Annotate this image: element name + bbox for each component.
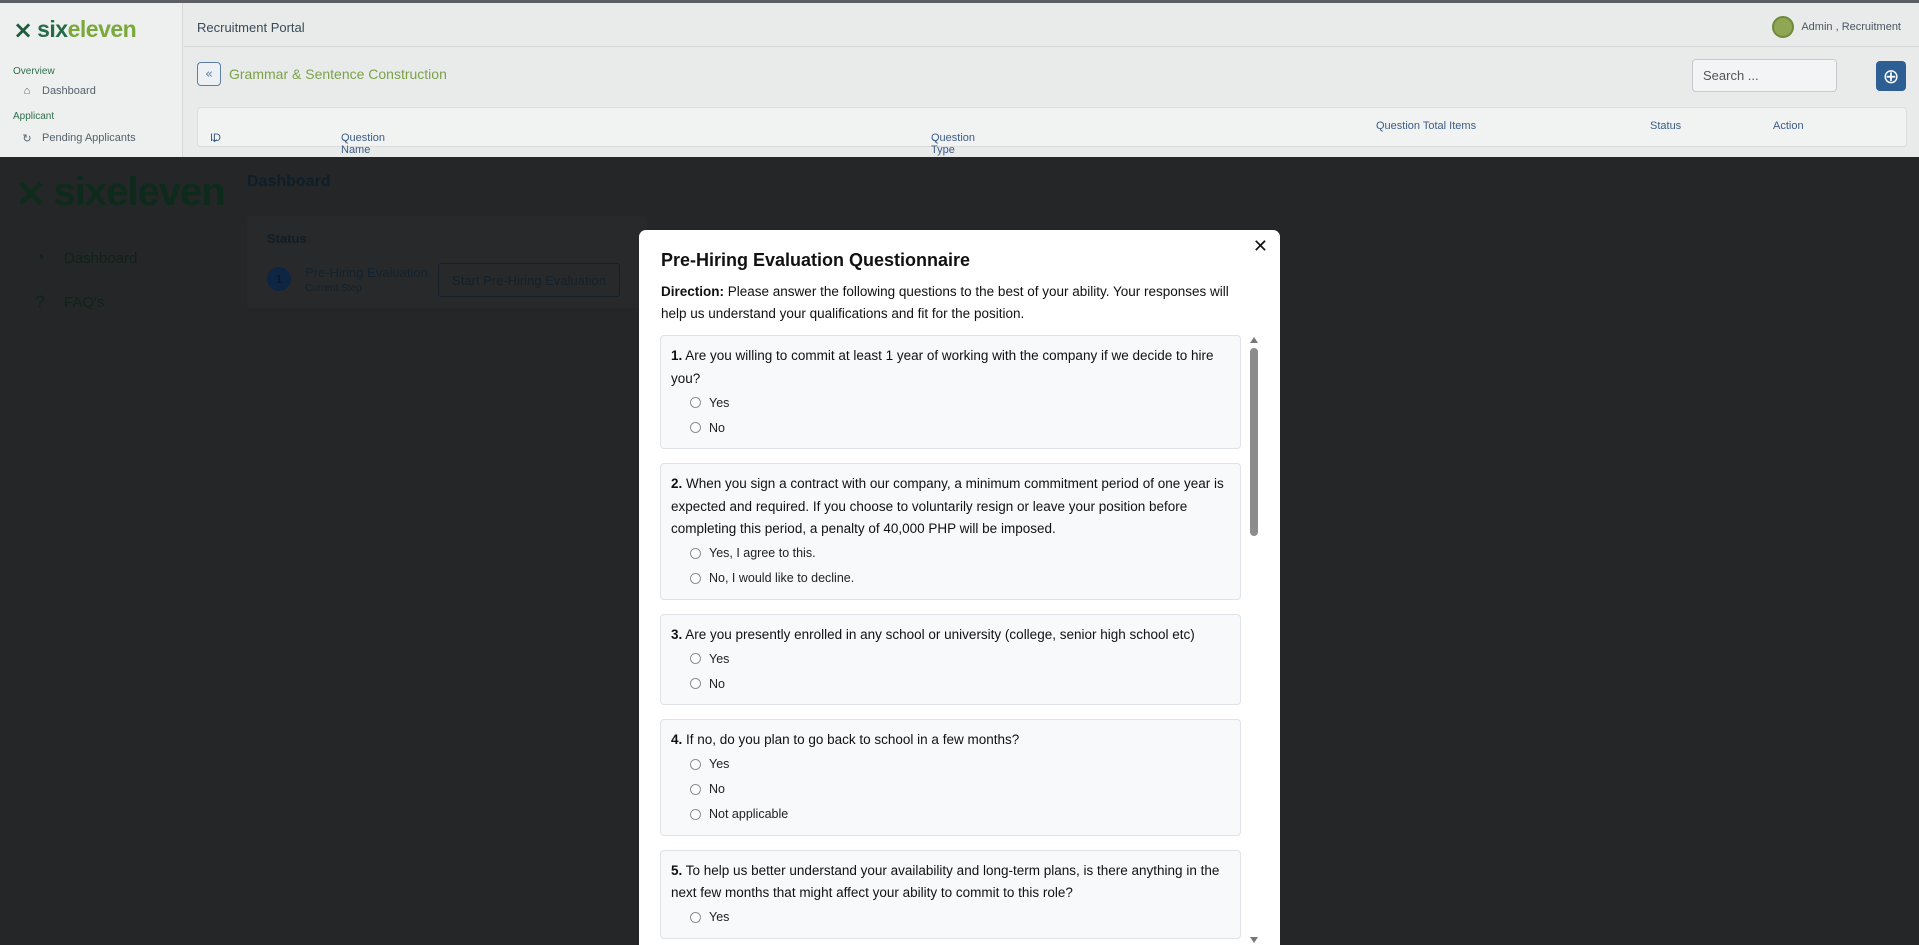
modal-direction: Direction: Please answer the following q… bbox=[661, 281, 1253, 325]
logo-prefix: six bbox=[37, 16, 68, 42]
plus-circle-icon: ⊕ bbox=[1882, 64, 1900, 88]
admin-logo: ⨯ sixeleven bbox=[13, 15, 137, 44]
page-title: Grammar & Sentence Construction bbox=[229, 66, 447, 82]
radio-option[interactable]: Not applicable bbox=[690, 802, 1231, 827]
avatar bbox=[1772, 16, 1795, 38]
scrollbar[interactable] bbox=[1248, 335, 1260, 945]
nav-faqs[interactable]: ? FAQ's bbox=[30, 292, 104, 312]
portal-title: Recruitment Portal bbox=[197, 20, 305, 35]
admin-header: Recruitment Portal Admin , Recruitment bbox=[184, 3, 1919, 47]
chevron-down-icon: ⌄ bbox=[341, 133, 351, 145]
logo-mark-icon: ⨯ bbox=[13, 15, 34, 44]
applicant-page-title: Dashboard bbox=[247, 173, 331, 190]
add-button[interactable]: ⊕ bbox=[1876, 61, 1906, 91]
chevron-down-icon: ⌄ bbox=[931, 133, 941, 145]
radio-button[interactable] bbox=[690, 808, 701, 820]
radio-button[interactable] bbox=[690, 911, 701, 923]
page-header: « Grammar & Sentence Construction bbox=[197, 62, 447, 86]
question-number: 1. bbox=[671, 348, 683, 363]
question-number: 2. bbox=[671, 476, 683, 491]
scrollbar-thumb[interactable] bbox=[1250, 348, 1258, 536]
step-badge: 1 bbox=[267, 267, 291, 291]
column-action: Action bbox=[1773, 120, 1804, 132]
question-text: 1. Are you willing to commit at least 1 … bbox=[671, 348, 1214, 386]
radio-option[interactable]: Yes, I agree to this. bbox=[690, 541, 1231, 566]
start-evaluation-button[interactable]: Start Pre-Hiring Evaluation bbox=[438, 263, 620, 297]
sidebar-item-dashboard[interactable]: ⌂ Dashboard bbox=[20, 84, 96, 98]
radio-button[interactable] bbox=[690, 758, 701, 770]
question-list: 1. Are you willing to commit at least 1 … bbox=[660, 335, 1241, 945]
question-card: 2. When you sign a contract with our com… bbox=[660, 463, 1241, 600]
radio-button[interactable] bbox=[690, 422, 701, 433]
question-text: 4. If no, do you plan to go back to scho… bbox=[671, 732, 1020, 747]
clock-refresh-icon: ↻ bbox=[22, 132, 32, 145]
search-input[interactable]: Search ... bbox=[1692, 59, 1837, 92]
nav-dashboard[interactable]: ◔ Dashboard bbox=[30, 248, 138, 268]
radio-button[interactable] bbox=[690, 783, 701, 795]
dashboard-icon: ◔ bbox=[34, 248, 46, 267]
scroll-up-arrow-icon[interactable] bbox=[1250, 337, 1258, 343]
modal-title: Pre-Hiring Evaluation Questionnaire bbox=[661, 250, 971, 270]
question-scroll-area[interactable]: 1. Are you willing to commit at least 1 … bbox=[660, 335, 1260, 945]
question-text: 2. When you sign a contract with our com… bbox=[671, 476, 1224, 536]
question-number: 5. bbox=[671, 862, 683, 878]
question-text: 3. Are you presently enrolled in any sch… bbox=[671, 626, 1195, 642]
column-total-items: Question Total Items bbox=[1376, 120, 1477, 132]
applicant-logo: ⨯ sixeleven bbox=[14, 169, 226, 216]
home-icon: ⌂ bbox=[23, 85, 31, 97]
user-name: Admin , Recruitment bbox=[1801, 21, 1901, 33]
radio-button[interactable] bbox=[690, 653, 701, 664]
status-label: Status bbox=[267, 231, 307, 246]
radio-option[interactable]: No, I would like to decline. bbox=[690, 566, 1231, 591]
sidebar-section-applicant: Applicant bbox=[13, 111, 55, 122]
user-menu[interactable]: Admin , Recruitment bbox=[1772, 16, 1901, 38]
question-card: 3. Are you presently enrolled in any sch… bbox=[660, 613, 1241, 705]
question-card: 1. Are you willing to commit at least 1 … bbox=[660, 335, 1241, 449]
double-chevron-left-icon: « bbox=[205, 66, 213, 82]
sidebar-item-pending-applicants[interactable]: ↻ Pending Applicants bbox=[20, 131, 135, 145]
radio-button[interactable] bbox=[690, 397, 701, 408]
question-card: 4. If no, do you plan to go back to scho… bbox=[660, 719, 1241, 836]
admin-sidebar: ⨯ sixeleven Overview ⌂ Dashboard Applica… bbox=[0, 3, 183, 157]
question-number: 3. bbox=[671, 626, 683, 642]
radio-option[interactable]: Yes bbox=[690, 752, 1231, 777]
radio-option[interactable]: No bbox=[690, 671, 1231, 696]
radio-option[interactable]: No bbox=[690, 415, 1231, 440]
radio-option[interactable]: No bbox=[690, 777, 1231, 802]
step-name: Pre-Hiring Evaluation bbox=[305, 265, 428, 280]
back-button[interactable]: « bbox=[197, 62, 221, 86]
direction-label: Direction: bbox=[661, 284, 725, 299]
step-subtitle: Current Step bbox=[305, 283, 362, 294]
logo-mark-icon: ⨯ bbox=[14, 169, 48, 216]
question-text: 5. To help us better understand your ava… bbox=[671, 862, 1220, 901]
radio-button[interactable] bbox=[690, 678, 701, 689]
admin-background-app: ⨯ sixeleven Overview ⌂ Dashboard Applica… bbox=[0, 0, 1919, 157]
questionnaire-modal: ✕ Pre-Hiring Evaluation Questionnaire Di… bbox=[639, 230, 1280, 945]
radio-option[interactable]: Yes bbox=[690, 905, 1231, 930]
radio-option[interactable]: Yes bbox=[690, 390, 1231, 415]
column-status: Status bbox=[1650, 120, 1682, 132]
question-number: 4. bbox=[671, 732, 683, 747]
question-card: 5. To help us better understand your ava… bbox=[660, 849, 1241, 939]
radio-button[interactable] bbox=[690, 547, 701, 559]
scroll-down-arrow-icon[interactable] bbox=[1250, 937, 1258, 943]
table-header: ID ⌄ Question Name ⌄ Question Type ⌄ Que… bbox=[197, 107, 1907, 156]
sidebar-section-overview: Overview bbox=[13, 66, 55, 77]
radio-option[interactable]: Yes bbox=[690, 646, 1231, 671]
direction-text: Please answer the following questions to… bbox=[661, 284, 1229, 321]
logo-suffix: eleven bbox=[67, 16, 137, 42]
radio-button[interactable] bbox=[690, 572, 701, 584]
chevron-down-icon: ⌄ bbox=[210, 133, 220, 145]
question-icon: ? bbox=[35, 292, 45, 311]
close-icon[interactable]: ✕ bbox=[1253, 238, 1268, 256]
